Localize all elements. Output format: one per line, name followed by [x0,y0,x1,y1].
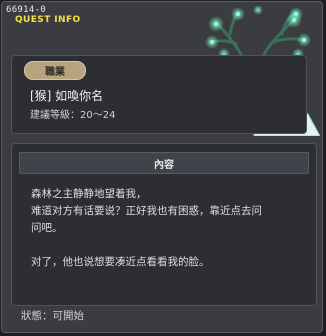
status-value: 可開始 [52,310,85,322]
status-label: 狀態： [21,310,53,322]
quest-status: 狀態：可開始 [21,308,84,323]
category-badge: 職業 [24,61,86,80]
description-line: 难道对方有话要说？正好我也有困惑，靠近点去问 [31,205,262,217]
quest-id: 66914-0 [6,5,47,15]
window-title: QUEST INFO [15,15,81,25]
description-line: 森林之主静静地望着我， [31,188,147,200]
quest-summary-panel: 職業 [猴] 如喚你名 建議等級：20～24 [11,55,307,134]
level-requirement: 建議等級：20～24 [30,110,116,121]
content-title: 內容 [19,152,309,174]
description-line: 对了，他也说想要凑近点看看我的脸。 [31,256,210,268]
quest-description: 森林之主静静地望着我， 难道对方有话要说？正好我也有困惑，靠近点去问 问吧。 对… [31,186,301,271]
description-line: 问吧。 [31,222,63,234]
quest-content-panel: 內容 森林之主静静地望着我， 难道对方有话要说？正好我也有困惑，靠近点去问 问吧… [11,143,317,306]
quest-info-window: 66914-0 QUEST INFO 職業 [猴] 如喚你名 建議等級：20～2… [1,1,323,333]
quest-name: [猴] 如喚你名 [30,89,104,103]
